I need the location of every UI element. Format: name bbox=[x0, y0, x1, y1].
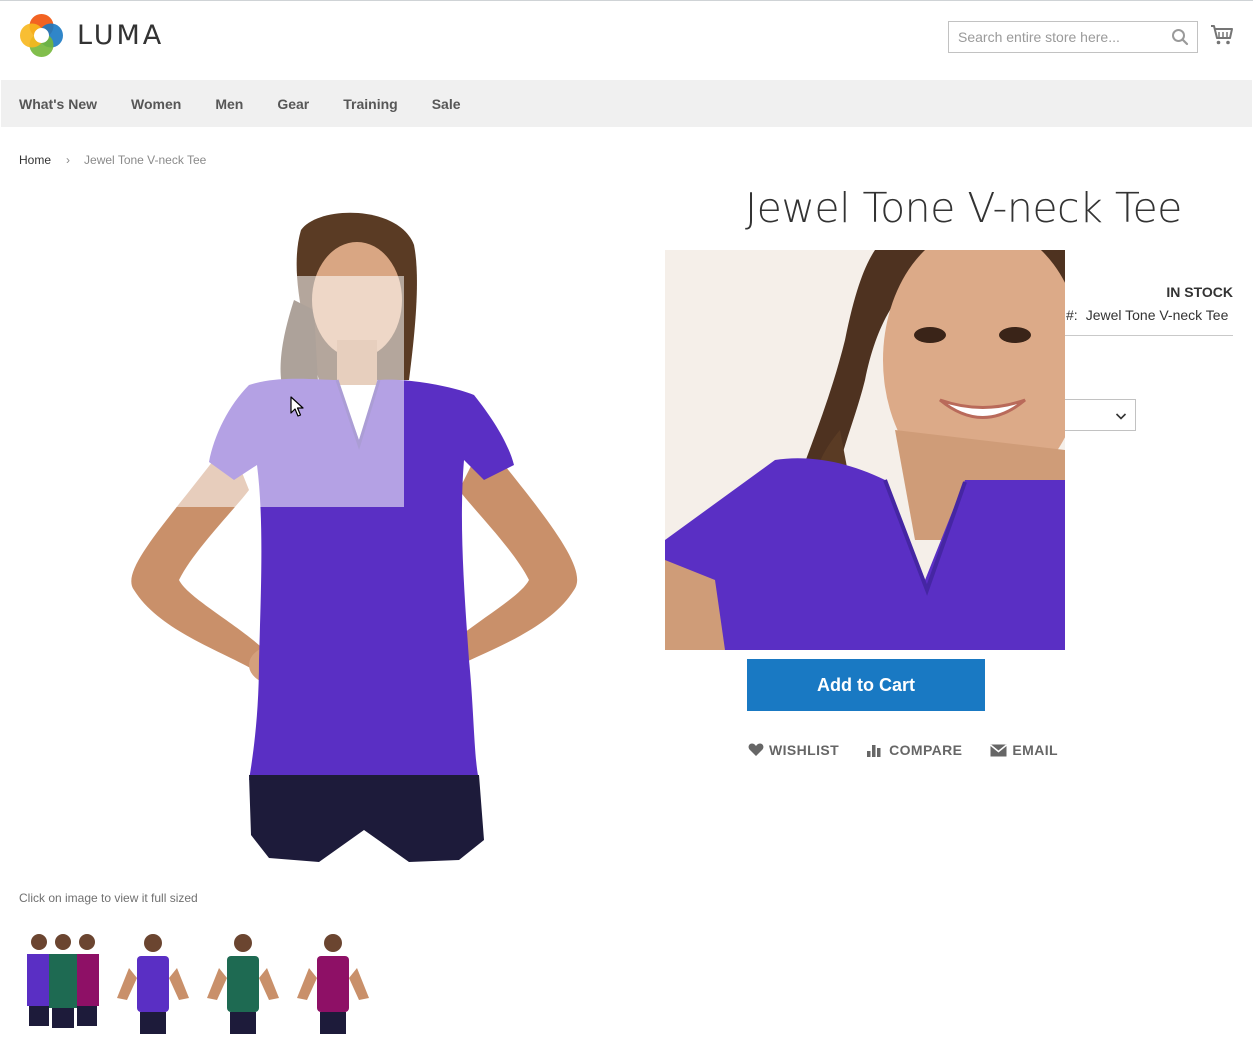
zoomed-model-photo bbox=[665, 250, 1065, 650]
zoom-preview bbox=[665, 250, 1065, 650]
zoom-lens bbox=[172, 276, 404, 507]
nav-item-men[interactable]: Men bbox=[215, 96, 243, 112]
wishlist-label: WISHLIST bbox=[769, 742, 840, 758]
main-navigation: What's New Women Men Gear Training Sale bbox=[1, 80, 1252, 127]
search-box[interactable] bbox=[948, 21, 1198, 53]
product-title: Jewel Tone V-neck Tee bbox=[745, 184, 1182, 232]
add-to-cart-button[interactable]: Add to Cart bbox=[747, 659, 985, 711]
breadcrumb: Home › Jewel Tone V-neck Tee bbox=[19, 153, 206, 167]
compare-label: COMPARE bbox=[889, 742, 963, 758]
mouse-cursor-icon bbox=[290, 396, 304, 417]
sku-label: #: bbox=[1066, 307, 1078, 323]
envelope-icon bbox=[990, 743, 1008, 756]
thumbnail-magenta[interactable] bbox=[289, 928, 377, 1038]
search-input[interactable] bbox=[949, 22, 1159, 52]
page-header: LUMA bbox=[0, 0, 1253, 80]
breadcrumb-separator-icon: › bbox=[66, 153, 71, 167]
sku-value: Jewel Tone V-neck Tee bbox=[1085, 307, 1229, 323]
thumbnail-image bbox=[207, 934, 279, 1034]
thumbnail-strip bbox=[19, 928, 379, 1038]
cart-icon[interactable] bbox=[1210, 23, 1234, 47]
product-sku: #: Jewel Tone V-neck Tee bbox=[1066, 307, 1228, 323]
compare-chart-icon bbox=[867, 745, 881, 757]
gallery-caption: Click on image to view it full sized bbox=[19, 891, 198, 905]
thumbnail-image bbox=[297, 934, 369, 1034]
thumbnail-green[interactable] bbox=[199, 928, 287, 1038]
search-icon[interactable] bbox=[1171, 28, 1189, 46]
nav-item-gear[interactable]: Gear bbox=[277, 96, 309, 112]
nav-item-whats-new[interactable]: What's New bbox=[19, 96, 97, 112]
nav-item-women[interactable]: Women bbox=[131, 96, 181, 112]
email-link[interactable]: EMAIL bbox=[990, 742, 1058, 758]
store-logo[interactable]: LUMA bbox=[19, 13, 164, 58]
logo-text: LUMA bbox=[77, 20, 165, 51]
product-main-image[interactable] bbox=[19, 190, 699, 880]
divider bbox=[1065, 335, 1233, 336]
thumbnail-image bbox=[27, 934, 99, 1028]
email-label: EMAIL bbox=[1012, 742, 1058, 758]
product-actions: WISHLIST COMPARE EMAIL bbox=[748, 742, 1086, 758]
option-select[interactable] bbox=[1065, 399, 1136, 431]
nav-item-training[interactable]: Training bbox=[343, 96, 397, 112]
compare-link[interactable]: COMPARE bbox=[867, 742, 962, 758]
breadcrumb-current: Jewel Tone V-neck Tee bbox=[84, 153, 207, 167]
wishlist-link[interactable]: WISHLIST bbox=[748, 742, 839, 758]
stock-status: IN STOCK bbox=[1166, 284, 1233, 300]
luma-logo-icon bbox=[20, 14, 63, 57]
chevron-down-icon bbox=[1115, 413, 1127, 420]
nav-item-sale[interactable]: Sale bbox=[432, 96, 461, 112]
thumbnail-multi-color[interactable] bbox=[19, 928, 107, 1038]
heart-icon bbox=[748, 743, 764, 756]
thumbnail-purple[interactable] bbox=[109, 928, 197, 1038]
thumbnail-image bbox=[117, 934, 189, 1034]
breadcrumb-home[interactable]: Home bbox=[19, 153, 51, 167]
